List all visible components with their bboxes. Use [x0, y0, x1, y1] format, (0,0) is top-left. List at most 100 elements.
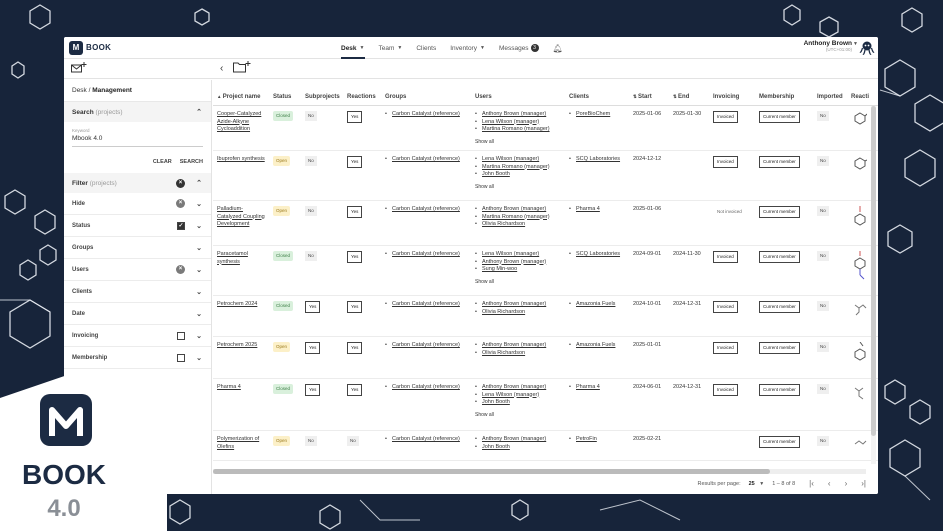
group-link[interactable]: Carbon Catalyst (reference) — [392, 436, 460, 442]
subprojects-flag[interactable]: No — [305, 251, 317, 261]
chevron-up-icon[interactable]: ⌃ — [195, 108, 203, 116]
checkbox[interactable] — [177, 331, 185, 340]
group-link[interactable]: Carbon Catalyst (reference) — [392, 342, 460, 348]
reactions-flag[interactable]: Yes — [347, 342, 363, 354]
last-page-icon[interactable]: ›| — [861, 479, 866, 488]
column-header-subprojects[interactable]: Subprojects — [305, 94, 340, 100]
column-header-clients[interactable]: Clients — [569, 94, 589, 100]
show-all-link[interactable]: Show all — [475, 139, 567, 147]
back-chevron-icon[interactable]: ‹ — [220, 63, 223, 74]
user-link[interactable]: Lena Wilson (manager) — [482, 251, 539, 257]
chevron-down-icon[interactable]: ⌄ — [195, 200, 203, 208]
user-link[interactable]: Martina Romano (manager) — [482, 214, 550, 220]
membership-badge[interactable]: Current member — [759, 251, 800, 263]
user-link[interactable]: Sung Min-woo — [482, 266, 517, 272]
reactions-flag[interactable]: Yes — [347, 156, 363, 168]
horizontal-scrollbar[interactable] — [213, 469, 866, 474]
checkbox[interactable]: ✓ — [177, 221, 185, 230]
user-menu[interactable]: Anthony Brown (UTC+01:00) — [804, 40, 852, 52]
reaction-structure-thumbnail[interactable] — [853, 156, 873, 174]
filter-row-clients[interactable]: Clients ⌄ — [64, 281, 211, 303]
reaction-structure-thumbnail[interactable] — [853, 341, 873, 368]
chevron-down-icon[interactable]: ⌄ — [195, 266, 203, 274]
reactions-flag[interactable]: No — [347, 436, 359, 446]
user-link[interactable]: Olivia Richardson — [482, 350, 525, 356]
table-row[interactable]: Petrochem 2025 Open Yes Yes Carbon Catalyst … — [213, 337, 878, 379]
user-link[interactable]: Martina Romano (manager) — [482, 126, 550, 132]
column-header-project-name[interactable]: ▲ Project name — [217, 94, 260, 100]
user-link[interactable]: Anthony Brown (manager) — [482, 206, 546, 212]
invoicing-badge[interactable]: Invoiced — [713, 111, 738, 123]
user-link[interactable]: Martina Romano (manager) — [482, 164, 550, 170]
nav-clients[interactable]: Clients — [416, 37, 436, 59]
invoicing-badge[interactable]: Invoiced — [713, 301, 738, 313]
client-link[interactable]: SCQ Laboratories — [576, 251, 620, 257]
invoicing-badge[interactable]: Invoiced — [713, 156, 738, 168]
filter-panel-header[interactable]: Filter (projects) × ⌃ — [64, 173, 211, 193]
group-link[interactable]: Carbon Catalyst (reference) — [392, 384, 460, 390]
table-row[interactable]: Paracetamol synthesis Closed No Yes Carbon C… — [213, 246, 878, 296]
user-link[interactable]: John Booth — [482, 171, 510, 177]
subprojects-flag[interactable]: Yes — [305, 342, 321, 354]
user-link[interactable]: Anthony Brown (manager) — [482, 384, 546, 390]
membership-badge[interactable]: Current member — [759, 384, 800, 396]
notifications-bell[interactable]: 🔔︎ — [553, 37, 563, 59]
group-link[interactable]: Carbon Catalyst (reference) — [392, 111, 460, 117]
project-name-link[interactable]: Ibuprofen synthesis — [217, 156, 265, 162]
membership-badge[interactable]: Current member — [759, 156, 800, 168]
chevron-down-icon[interactable]: ⌄ — [195, 244, 203, 252]
user-link[interactable]: Anthony Brown (manager) — [482, 301, 546, 307]
reaction-structure-thumbnail[interactable] — [853, 436, 873, 452]
client-link[interactable]: SCQ Laboratories — [576, 156, 620, 162]
user-link[interactable]: Olivia Richardson — [482, 221, 525, 227]
invoicing-badge[interactable]: Invoiced — [713, 251, 738, 263]
membership-badge[interactable]: Current member — [759, 436, 800, 448]
filter-row-invoicing[interactable]: Invoicing ⌄ — [64, 325, 211, 347]
chevron-up-icon[interactable]: ⌃ — [195, 179, 203, 187]
group-link[interactable]: Carbon Catalyst (reference) — [392, 206, 460, 212]
project-name-link[interactable]: Petrochem 2025 — [217, 342, 257, 348]
client-link[interactable]: Amazonia Fuels — [576, 301, 615, 307]
breadcrumb-root[interactable]: Desk / — [72, 87, 92, 94]
group-link[interactable]: Carbon Catalyst (reference) — [392, 301, 460, 307]
brand-logo[interactable]: M BOOK — [69, 40, 111, 55]
user-link[interactable]: Lena Wilson (manager) — [482, 156, 539, 162]
client-link[interactable]: Amazonia Fuels — [576, 342, 615, 348]
column-header-start[interactable]: ⇅ Start — [633, 94, 652, 100]
filter-row-date[interactable]: Date ⌄ — [64, 303, 211, 325]
reaction-structure-thumbnail[interactable] — [853, 111, 873, 129]
reaction-structure-thumbnail[interactable] — [853, 251, 873, 285]
prev-page-icon[interactable]: ‹ — [828, 479, 831, 488]
client-link[interactable]: PetroFin — [576, 436, 597, 442]
reaction-structure-thumbnail[interactable] — [853, 301, 873, 323]
table-row[interactable]: Ibuprofen synthesis Open No Yes Carbon Catal… — [213, 151, 878, 201]
reaction-structure-thumbnail[interactable] — [853, 384, 873, 406]
keyword-input[interactable]: Mbook 4.0 — [72, 133, 203, 147]
membership-badge[interactable]: Current member — [759, 342, 800, 354]
user-link[interactable]: Lena Wilson (manager) — [482, 392, 539, 398]
client-link[interactable]: PoreBioChem — [576, 111, 610, 117]
client-link[interactable]: Pharma 4 — [576, 206, 600, 212]
project-name-link[interactable]: Pharma 4 — [217, 384, 241, 390]
invoicing-badge[interactable]: Invoiced — [713, 384, 738, 396]
filter-row-groups[interactable]: Groups ⌄ — [64, 237, 211, 259]
filter-row-membership[interactable]: Membership ⌄ — [64, 347, 211, 369]
user-link[interactable]: Olivia Richardson — [482, 309, 525, 315]
clear-icon[interactable]: × — [176, 199, 185, 208]
search-panel-header[interactable]: Search (projects) ⌃ — [64, 102, 211, 122]
column-header-groups[interactable]: Groups — [385, 94, 406, 100]
search-button[interactable]: SEARCH — [180, 159, 203, 165]
user-link[interactable]: Lena Wilson (manager) — [482, 119, 539, 125]
column-header-imported[interactable]: Imported — [817, 94, 843, 100]
chevron-down-icon[interactable]: ⌄ — [195, 310, 203, 318]
column-header-reacti[interactable]: Reacti — [851, 94, 869, 100]
table-row[interactable]: Petrochem 2024 Closed Yes Yes Carbon Catalys… — [213, 296, 878, 337]
user-link[interactable]: John Booth — [482, 444, 510, 450]
subprojects-flag[interactable]: No — [305, 436, 317, 446]
subprojects-flag[interactable]: Yes — [305, 301, 321, 313]
reaction-structure-thumbnail[interactable] — [853, 206, 873, 232]
reactions-flag[interactable]: Yes — [347, 111, 363, 123]
show-all-link[interactable]: Show all — [475, 279, 567, 287]
subprojects-flag[interactable]: No — [305, 206, 317, 216]
column-header-users[interactable]: Users — [475, 94, 492, 100]
